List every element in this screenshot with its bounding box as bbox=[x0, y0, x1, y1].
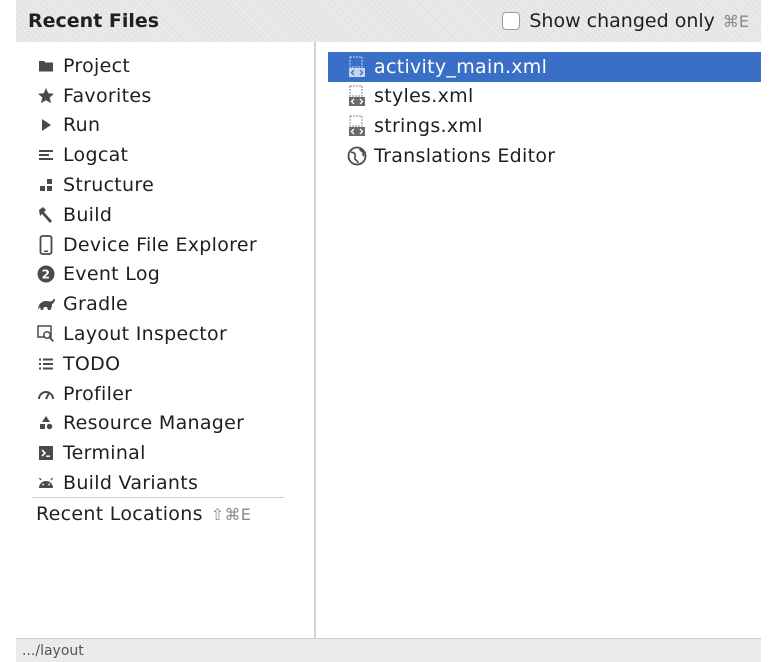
tool-window-label: Terminal bbox=[63, 442, 146, 465]
tool-window-label: Layout Inspector bbox=[63, 323, 228, 346]
android-icon bbox=[36, 473, 56, 493]
gradle-icon bbox=[36, 294, 56, 314]
tool-window-label: Build bbox=[63, 203, 113, 226]
tool-window-label: Profiler bbox=[63, 382, 133, 405]
tool-window-gradle[interactable]: Gradle bbox=[16, 289, 314, 319]
recent-files-popup: Recent Files Show changed only ⌘E Projec… bbox=[16, 0, 761, 662]
tool-window-structure[interactable]: Structure bbox=[16, 170, 314, 200]
tool-window-list: Project Favorites Run Logcat Structure B… bbox=[16, 51, 314, 498]
show-changed-only-checkbox[interactable] bbox=[502, 12, 521, 30]
file-name: strings.xml bbox=[374, 114, 483, 137]
tool-window-label: TODO bbox=[63, 352, 121, 375]
tool-window-device-file-explorer[interactable]: Device File Explorer bbox=[16, 230, 314, 260]
play-icon bbox=[36, 115, 56, 135]
file-item-translations-editor[interactable]: Translations Editor bbox=[328, 141, 761, 171]
recent-locations-label: Recent Locations bbox=[36, 503, 203, 525]
tool-window-label: Gradle bbox=[63, 293, 129, 316]
todo-list-icon bbox=[36, 354, 56, 374]
logcat-icon bbox=[36, 145, 56, 165]
tool-windows-pane: Project Favorites Run Logcat Structure B… bbox=[16, 42, 314, 638]
tool-window-resource-manager[interactable]: Resource Manager bbox=[16, 409, 314, 439]
tool-window-build[interactable]: Build bbox=[16, 200, 314, 230]
tool-window-terminal[interactable]: Terminal bbox=[16, 438, 314, 468]
xml-file-icon bbox=[347, 56, 367, 78]
tool-window-label: Favorites bbox=[63, 84, 152, 107]
tool-window-build-variants[interactable]: Build Variants bbox=[16, 468, 314, 498]
recent-locations-shortcut: ⇧⌘E bbox=[210, 504, 252, 524]
resource-manager-icon bbox=[36, 413, 56, 433]
tool-window-label: Logcat bbox=[63, 144, 129, 167]
tool-window-project[interactable]: Project bbox=[16, 51, 314, 81]
file-name: activity_main.xml bbox=[374, 55, 548, 78]
hammer-icon bbox=[36, 205, 56, 225]
tool-window-label: Resource Manager bbox=[63, 412, 245, 435]
folder-icon bbox=[36, 56, 56, 76]
gauge-icon bbox=[36, 384, 56, 404]
tool-window-label: Build Variants bbox=[63, 472, 199, 495]
file-item-activity-main[interactable]: activity_main.xml bbox=[328, 52, 761, 82]
terminal-icon bbox=[36, 443, 56, 463]
tool-window-label: Device File Explorer bbox=[63, 233, 257, 256]
popup-title: Recent Files bbox=[28, 10, 160, 32]
show-changed-only-shortcut: ⌘E bbox=[722, 11, 749, 31]
separator bbox=[32, 497, 284, 498]
tool-window-event-log[interactable]: 2 Event Log bbox=[16, 260, 314, 290]
tool-window-run[interactable]: Run bbox=[16, 111, 314, 141]
tool-window-label: Structure bbox=[63, 174, 155, 197]
tool-window-todo[interactable]: TODO bbox=[16, 349, 314, 379]
status-bar: .../layout bbox=[16, 638, 761, 662]
file-name: styles.xml bbox=[374, 85, 474, 108]
status-path: .../layout bbox=[22, 643, 84, 659]
phone-icon bbox=[36, 234, 56, 255]
structure-icon bbox=[36, 175, 56, 195]
tool-window-profiler[interactable]: Profiler bbox=[16, 379, 314, 409]
popup-header: Recent Files Show changed only ⌘E bbox=[16, 0, 761, 42]
recent-file-list: activity_main.xml styles.xml strings.xml… bbox=[328, 52, 761, 170]
event-log-icon: 2 bbox=[36, 264, 56, 284]
tool-window-label: Run bbox=[63, 114, 101, 137]
recent-files-pane: activity_main.xml styles.xml strings.xml… bbox=[316, 42, 761, 638]
star-icon bbox=[36, 86, 56, 106]
xml-file-icon bbox=[347, 85, 367, 107]
show-changed-only-label: Show changed only bbox=[529, 10, 715, 32]
file-item-styles[interactable]: styles.xml bbox=[328, 82, 761, 112]
layout-inspector-icon bbox=[36, 324, 56, 344]
tool-window-favorites[interactable]: Favorites bbox=[16, 81, 314, 111]
globe-icon bbox=[347, 145, 367, 167]
tool-window-label: Project bbox=[63, 54, 131, 77]
file-item-strings[interactable]: strings.xml bbox=[328, 111, 761, 141]
show-changed-only-toggle[interactable]: Show changed only ⌘E bbox=[502, 9, 749, 33]
tool-window-label: Event Log bbox=[63, 263, 161, 286]
tool-window-logcat[interactable]: Logcat bbox=[16, 140, 314, 170]
xml-file-icon bbox=[347, 115, 367, 137]
tool-window-layout-inspector[interactable]: Layout Inspector bbox=[16, 319, 314, 349]
event-log-badge: 2 bbox=[42, 268, 51, 282]
recent-locations-item[interactable]: Recent Locations ⇧⌘E bbox=[36, 502, 251, 526]
file-name: Translations Editor bbox=[374, 144, 556, 167]
